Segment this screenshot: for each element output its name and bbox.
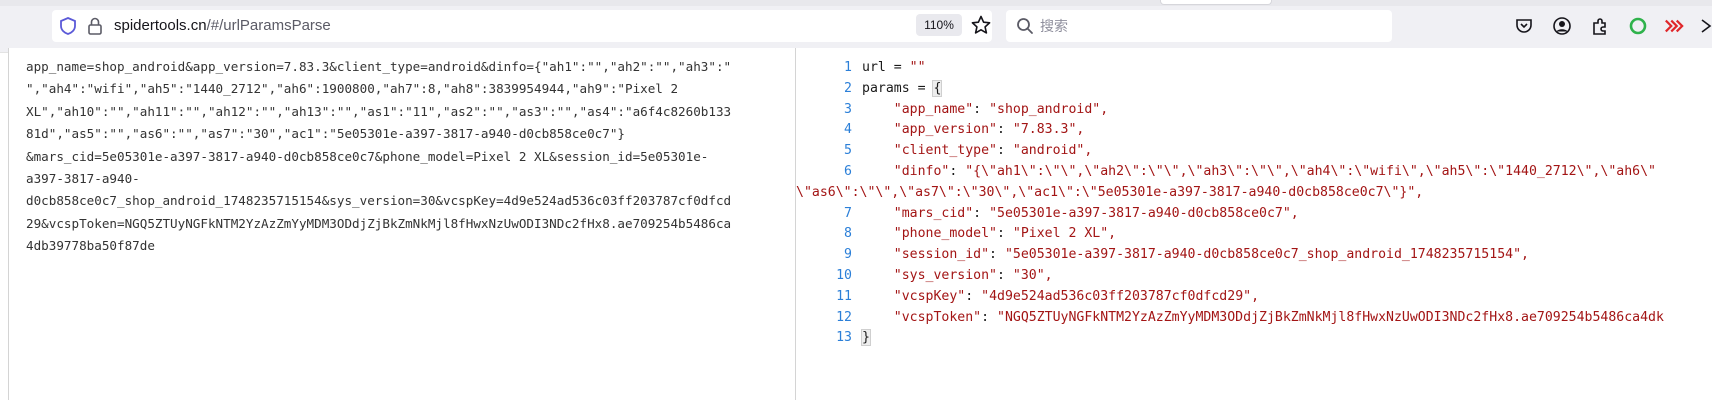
param-key: "app_version" bbox=[893, 122, 997, 138]
input-line: 81d","as5":"","as6":"","as7":"30","ac1":… bbox=[26, 126, 625, 142]
tab-edge[interactable] bbox=[1160, 0, 1272, 5]
line-number: 5 bbox=[844, 143, 852, 159]
code-line: 6 "dinfo": "{\"ah1\":\"\",\"ah2\":\"\",\… bbox=[796, 162, 1712, 183]
code-line: 8 "phone_model": "Pixel 2 XL", bbox=[796, 224, 1712, 245]
param-key: "client_type" bbox=[893, 143, 997, 159]
input-line: d0cb858ce0c7_shop_android_1748235715154&… bbox=[26, 193, 732, 209]
code-line: 13} bbox=[796, 328, 1712, 349]
input-line: a397-3817-a940- bbox=[26, 171, 140, 187]
search-placeholder[interactable]: 搜索 bbox=[1040, 16, 1068, 36]
extensions-icon[interactable] bbox=[1590, 16, 1610, 36]
param-value: "android", bbox=[1012, 143, 1093, 159]
param-key: "vcspToken" bbox=[893, 309, 982, 325]
url-text[interactable]: spidertools.cn/#/urlParamsParse bbox=[114, 16, 331, 36]
line-number: 3 bbox=[844, 101, 852, 117]
param-value: "{\"ah1\":\"\",\"ah2\":\"\",\"ah3\":\"\"… bbox=[965, 164, 1656, 179]
account-icon[interactable] bbox=[1552, 16, 1572, 36]
wrapped-line: \"as6\":\"\",\"as7\":\"30\",\"ac1\":\"5e… bbox=[796, 184, 1424, 200]
extension-partial-icon[interactable] bbox=[1700, 16, 1712, 36]
line-number: 6 bbox=[844, 164, 852, 179]
lock-icon[interactable] bbox=[86, 16, 104, 36]
input-line: ","ah4":"wifi","ah5":"1440_2712","ah6":1… bbox=[26, 81, 679, 97]
param-key: "sys_version" bbox=[893, 268, 997, 283]
url-value: "" bbox=[909, 60, 926, 75]
input-text: app_name=shop_android&app_version=7.83.3… bbox=[26, 56, 776, 258]
param-key: "mars_cid" bbox=[893, 205, 974, 221]
param-key: "dinfo" bbox=[893, 164, 950, 179]
url-host: spidertools.cn bbox=[114, 17, 207, 34]
param-value: "Pixel 2 XL", bbox=[1012, 226, 1117, 242]
code-line: 10 "sys_version": "30", bbox=[796, 266, 1712, 287]
close-brace: } bbox=[861, 329, 871, 347]
param-key: "session_id" bbox=[893, 247, 990, 263]
pocket-icon[interactable] bbox=[1514, 16, 1534, 36]
code-line: 5 "client_type": "android", bbox=[796, 141, 1712, 162]
param-value: "5e05301e-a397-3817-a940-d0cb858ce0c7_sh… bbox=[1004, 247, 1529, 263]
param-value: "shop_android", bbox=[989, 101, 1109, 117]
code-line: 7 "mars_cid": "5e05301e-a397-3817-a940-d… bbox=[796, 204, 1712, 225]
params-variable: params bbox=[862, 80, 910, 96]
url-path: /#/urlParamsParse bbox=[206, 17, 331, 34]
line-number: 8 bbox=[844, 226, 852, 242]
input-line: &mars_cid=5e05301e-a397-3817-a940-d0cb85… bbox=[26, 148, 709, 164]
line-number: 2 bbox=[844, 80, 852, 96]
code-line: 2 params = { bbox=[796, 79, 1712, 100]
line-number: 10 bbox=[836, 268, 852, 283]
input-line: app_name=shop_android&app_version=7.83.3… bbox=[26, 59, 732, 74]
param-value: "5e05301e-a397-3817-a940-d0cb858ce0c7", bbox=[989, 205, 1299, 221]
code-line: 3 "app_name": "shop_android", bbox=[796, 100, 1712, 121]
line-number: 4 bbox=[844, 122, 852, 138]
line-number: 11 bbox=[836, 288, 852, 304]
code-line: 12 "vcspToken": "NGQ5ZTUyNGFkNTM2YzAzZmY… bbox=[796, 308, 1712, 329]
search-icon bbox=[1017, 18, 1033, 34]
zoom-level-button[interactable]: 110% bbox=[916, 14, 962, 36]
open-brace: { bbox=[932, 79, 943, 97]
tracking-protection-shield-icon[interactable] bbox=[58, 16, 78, 36]
bookmark-star-icon[interactable] bbox=[970, 14, 992, 36]
input-line: XL","ah10":"","ah11":"","ah12":"","ah13"… bbox=[26, 103, 732, 119]
output-code-editor[interactable]: 1 url = "" 2 params = { 3 "app_name": "sho… bbox=[796, 48, 1712, 400]
line-number: 13 bbox=[836, 330, 852, 346]
input-line: 4db39778ba50f87de bbox=[26, 238, 155, 254]
code-line: 1 url = "" bbox=[796, 58, 1712, 79]
param-key: "vcspKey" bbox=[893, 288, 966, 304]
line-number: 1 bbox=[844, 60, 852, 75]
tab-strip bbox=[0, 0, 1712, 6]
code-line: 11 "vcspKey": "4d9e524ad536c03ff203787cf… bbox=[796, 287, 1712, 308]
line-number: 9 bbox=[844, 247, 852, 263]
param-value: "4d9e524ad536c03ff203787cf0dfcd29", bbox=[981, 288, 1260, 304]
extension-circle-icon[interactable] bbox=[1628, 16, 1648, 36]
code-line: 9 "session_id": "5e05301e-a397-3817-a940… bbox=[796, 245, 1712, 266]
code-line: 4 "app_version": "7.83.3", bbox=[796, 120, 1712, 141]
param-value: "NGQ5ZTUyNGFkNTM2YzAzZmYyMDM3ODdjZjBkZmN… bbox=[997, 309, 1664, 325]
line-number: 12 bbox=[836, 309, 852, 325]
param-value: "7.83.3", bbox=[1012, 122, 1085, 138]
extension-red-icon[interactable] bbox=[1664, 16, 1684, 36]
input-line: 29&vcspToken=NGQ5ZTUyNGFkNTM2YzAzZmYyMDM… bbox=[26, 215, 732, 231]
url-variable: url bbox=[862, 60, 886, 75]
param-value: "30", bbox=[1012, 268, 1053, 283]
param-key: "app_name" bbox=[893, 101, 974, 117]
param-key: "phone_model" bbox=[893, 226, 997, 242]
line-number: 7 bbox=[844, 205, 852, 221]
